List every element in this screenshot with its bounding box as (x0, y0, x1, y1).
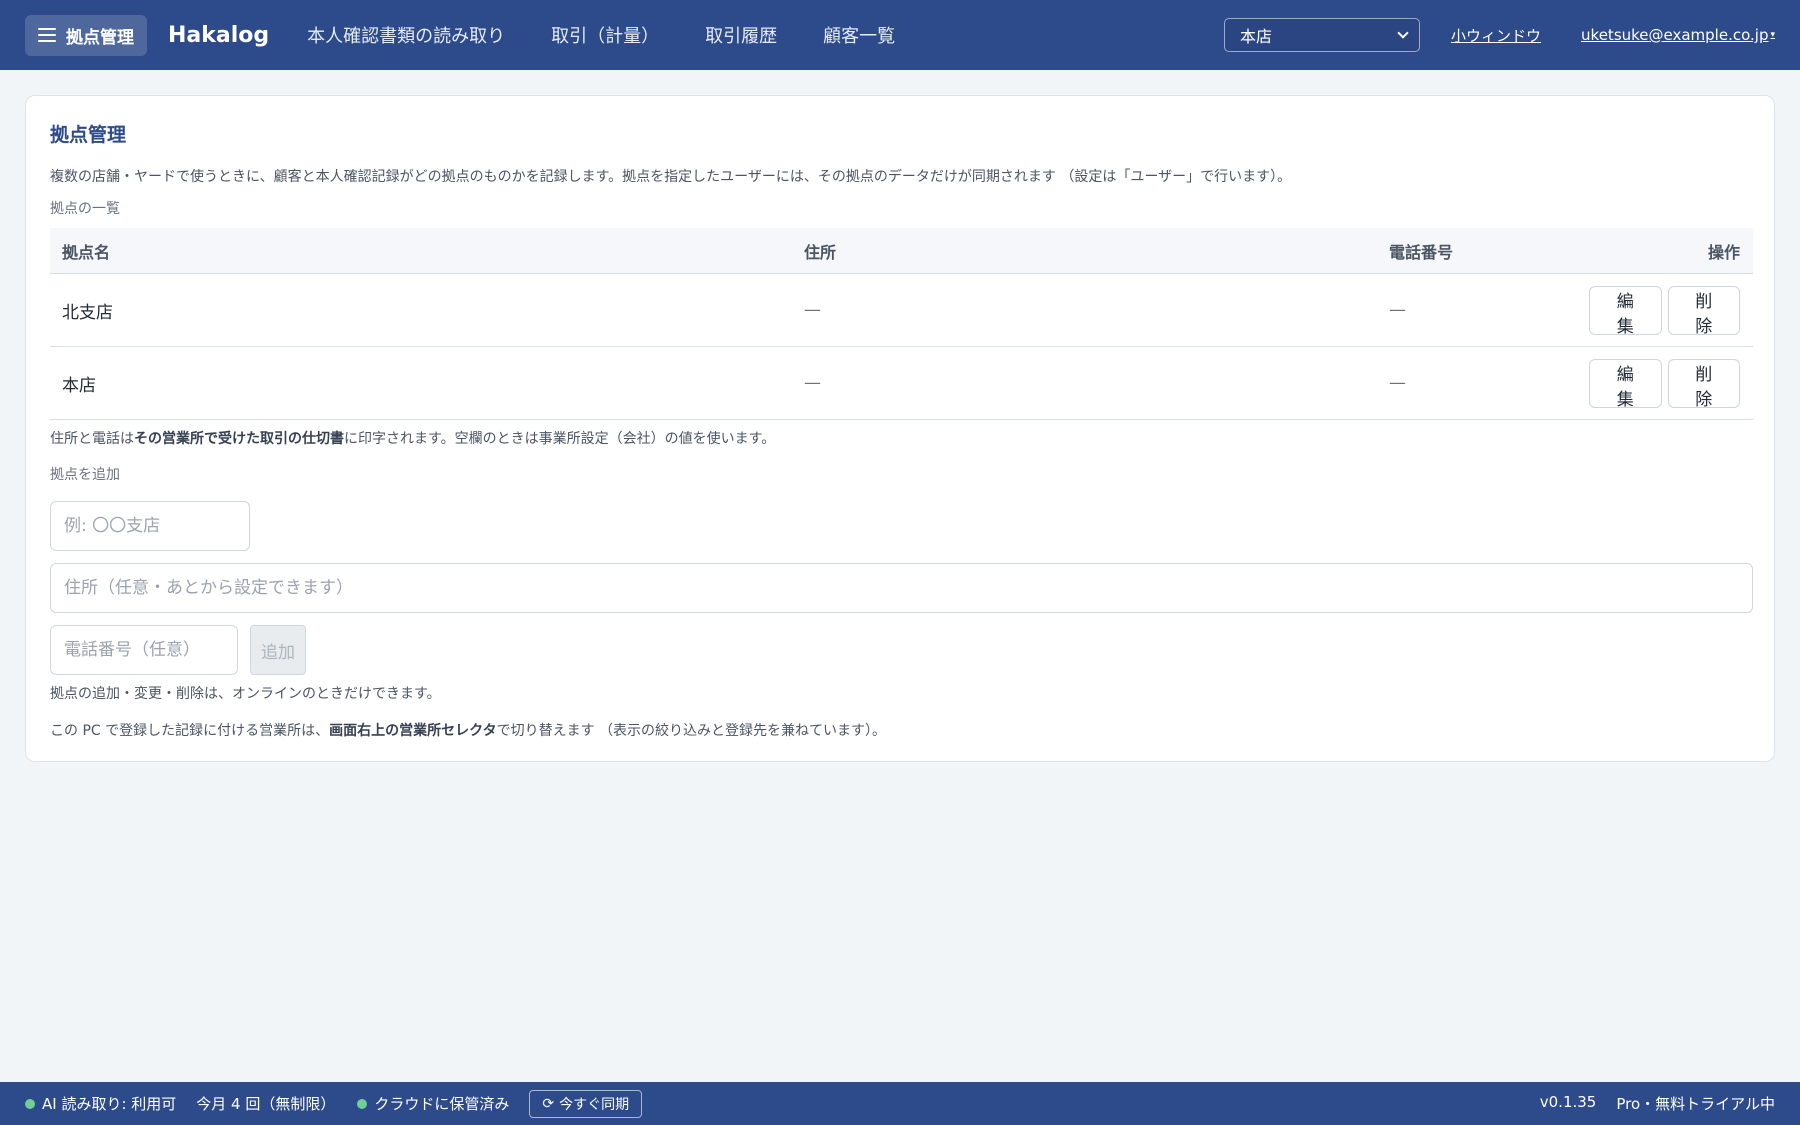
main-nav: 本人確認書類の読み取り 取引（計量） 取引履歴 顧客一覧 (307, 22, 941, 48)
user-email: uketsuke@example.co.jp (1581, 26, 1769, 44)
row-actions: 編集 削除 (1589, 358, 1753, 410)
brand-logo[interactable]: Hakalog (168, 23, 269, 48)
table-header: 拠点名 住所 電話番号 操作 (50, 228, 1753, 274)
cloud-status: クラウドに保管済み (357, 1093, 509, 1114)
delete-button[interactable]: 削除 (1667, 358, 1740, 410)
edit-button[interactable]: 編集 (1589, 285, 1662, 337)
status-dot-icon (357, 1098, 368, 1109)
column-header-actions: 操作 (1707, 242, 1740, 262)
small-window-link[interactable]: 小ウィンドウ (1451, 25, 1541, 46)
office-management-card: 拠点管理 複数の店舗・ヤードで使うときに、顧客と本人確認記録がどの拠点のものかを… (25, 95, 1775, 762)
chevron-down-icon (1397, 27, 1409, 39)
office-selector-value: 本店 (1240, 27, 1273, 46)
pc-note-text-1: この PC で登録した記録に付ける営業所は、 (50, 723, 330, 739)
nav-customers[interactable]: 顧客一覧 (823, 22, 895, 48)
page-description: 複数の店舗・ヤードで使うときに、顧客と本人確認記録がどの拠点のものかを記録します… (50, 169, 1292, 185)
office-name: 北支店 (62, 302, 113, 323)
row-actions: 編集 削除 (1589, 285, 1753, 337)
menu-button-label: 拠点管理 (66, 27, 134, 48)
app-version: v0.1.35 (1539, 1093, 1597, 1111)
top-right-controls: 本店 小ウィンドウ uketsuke@example.co.jp ▾ (1224, 18, 1775, 52)
print-note-text-1: 住所と電話は (50, 431, 134, 447)
office-address-input[interactable] (50, 563, 1753, 613)
page-title: 拠点管理 (50, 124, 127, 146)
office-address: — (804, 300, 821, 320)
sync-now-label: 今すぐ同期 (559, 1096, 630, 1113)
nav-transaction[interactable]: 取引（計量） (551, 22, 659, 48)
ai-status: AI 読み取り: 利用可 (25, 1093, 176, 1114)
pc-note-text-2: で切り替えます （表示の絞り込みと登録先を兼ねています）。 (496, 723, 887, 739)
print-note-bold: その営業所で受けた取引の仕切書 (134, 431, 344, 447)
cloud-status-text: クラウドに保管済み (374, 1095, 510, 1113)
office-selector[interactable]: 本店 (1224, 18, 1421, 52)
print-note: 住所と電話はその営業所で受けた取引の仕切書に印字されます。空欄のときは事業所設定… (50, 428, 775, 448)
office-name-input[interactable] (50, 501, 250, 551)
plan-status: Pro・無料トライアル中 (1616, 1095, 1775, 1113)
column-header-name: 拠点名 (62, 242, 111, 262)
office-phone: — (1389, 373, 1406, 393)
office-table: 拠点名 住所 電話番号 操作 北支店 — — 編集 削除 本店 — — 編集 削… (50, 228, 1753, 420)
delete-button[interactable]: 削除 (1667, 285, 1740, 337)
office-address: — (804, 373, 821, 393)
menu-button[interactable]: 拠点管理 (25, 14, 147, 56)
print-note-text-2: に印字されます。空欄のときは事業所設定（会社）の値を使います。 (344, 431, 776, 447)
status-dot-icon (25, 1098, 35, 1109)
quota-status: 今月 4 回（無制限） (196, 1095, 336, 1113)
user-menu[interactable]: uketsuke@example.co.jp ▾ (1581, 26, 1775, 44)
table-row: 本店 — — 編集 削除 (50, 347, 1753, 420)
office-phone: — (1389, 300, 1406, 320)
column-header-address: 住所 (804, 242, 837, 262)
hamburger-icon (38, 28, 56, 42)
add-office-button[interactable]: 追加 (250, 625, 306, 675)
online-note: 拠点の追加・変更・削除は、オンラインのときだけできます。 (50, 686, 441, 702)
sync-now-button[interactable]: ⟳ 今すぐ同期 (529, 1089, 643, 1118)
list-label: 拠点の一覧 (50, 201, 120, 217)
add-label: 拠点を追加 (50, 467, 120, 483)
top-bar: 拠点管理 Hakalog 本人確認書類の読み取り 取引（計量） 取引履歴 顧客一… (0, 0, 1800, 70)
pc-note-bold: 画面右上の営業所セレクタ (329, 723, 497, 739)
ai-status-text: AI 読み取り: 利用可 (42, 1095, 177, 1113)
refresh-icon: ⟳ (542, 1095, 555, 1112)
nav-history[interactable]: 取引履歴 (705, 22, 777, 48)
column-header-phone: 電話番号 (1389, 242, 1454, 262)
pc-note: この PC で登録した記録に付ける営業所は、画面右上の営業所セレクタで切り替えま… (50, 720, 886, 740)
status-bar: AI 読み取り: 利用可 今月 4 回（無制限） クラウドに保管済み ⟳ 今すぐ… (0, 1082, 1800, 1125)
nav-id-reading[interactable]: 本人確認書類の読み取り (307, 22, 505, 48)
office-phone-input[interactable] (50, 625, 238, 675)
office-name: 本店 (62, 375, 96, 396)
caret-down-icon: ▾ (1770, 30, 1775, 40)
status-right: v0.1.35 Pro・無料トライアル中 (1540, 1093, 1775, 1114)
edit-button[interactable]: 編集 (1589, 358, 1662, 410)
table-row: 北支店 — — 編集 削除 (50, 274, 1753, 347)
